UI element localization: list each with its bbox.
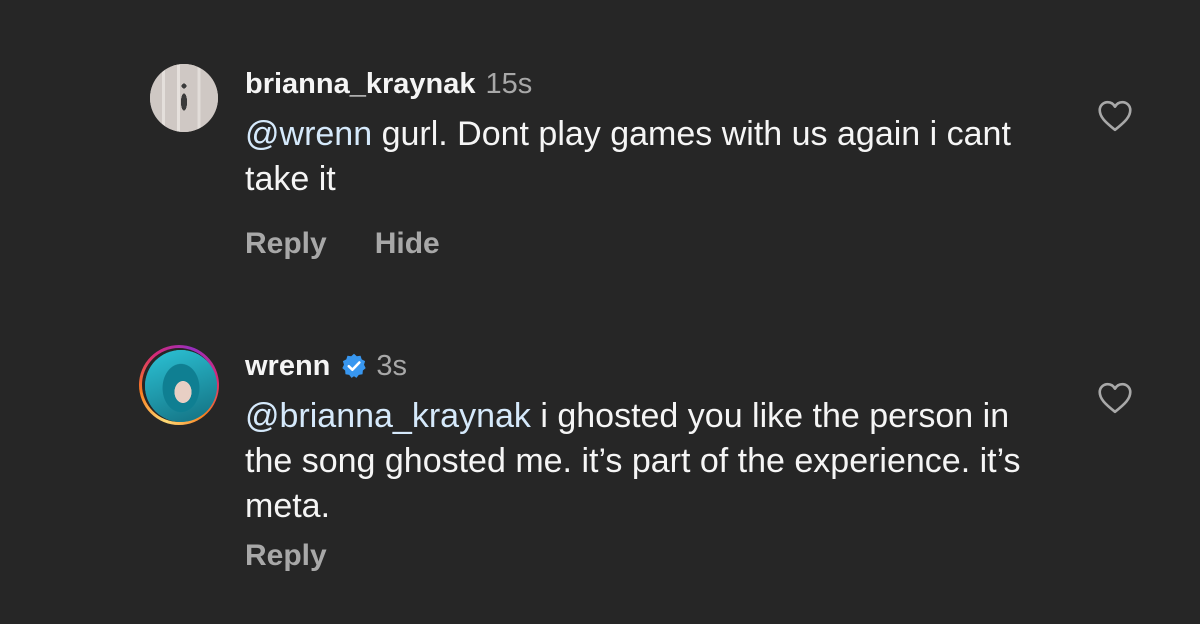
comment-header: brianna_kraynak 15s (245, 66, 532, 102)
reply-button[interactable]: Reply (245, 539, 327, 573)
mention-link[interactable]: @wrenn (245, 115, 372, 153)
avatar-image (150, 64, 218, 132)
avatar-image (145, 350, 217, 422)
comment-text: @wrenn gurl. Dont play games with us aga… (245, 112, 1065, 202)
comment-actions: Reply (245, 539, 327, 573)
verified-badge-icon (342, 353, 367, 378)
heart-outline-icon[interactable] (1097, 382, 1133, 414)
avatar[interactable] (150, 64, 218, 132)
heart-outline-icon[interactable] (1097, 100, 1133, 132)
username[interactable]: brianna_kraynak (245, 68, 476, 101)
mention-link[interactable]: @brianna_kraynak (245, 397, 531, 435)
comment-header: wrenn 3s (245, 348, 407, 384)
username[interactable]: wrenn (245, 350, 330, 383)
hide-button[interactable]: Hide (375, 227, 440, 261)
comment-actions: Reply Hide (245, 227, 440, 261)
timestamp: 15s (485, 67, 533, 100)
timestamp: 3s (376, 349, 408, 382)
reply-button[interactable]: Reply (245, 227, 327, 261)
avatar[interactable] (145, 350, 217, 422)
comment-text: @brianna_kraynak i ghosted you like the … (245, 394, 1065, 529)
